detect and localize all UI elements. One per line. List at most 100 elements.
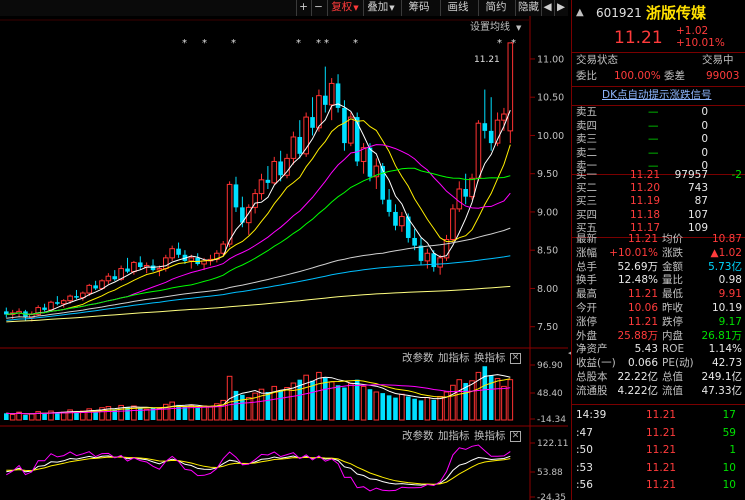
nav-right-icon[interactable]: ▶ — [554, 0, 567, 16]
ma-line-5 — [6, 103, 511, 315]
stat-value: 47.33亿 — [701, 384, 742, 397]
stat-value: 11.21 — [627, 315, 658, 328]
candle-body-down — [412, 237, 417, 246]
stat-label: 最新 — [576, 233, 597, 245]
kdj-tick-label: -24.35 — [537, 493, 566, 500]
stat-value: 12.48% — [617, 274, 658, 287]
kdj-change-params-button[interactable]: 改参数 — [402, 429, 434, 443]
candle-body-down — [112, 276, 118, 280]
stat-value: 10.06 — [627, 302, 658, 314]
fuquan-menu[interactable]: 复权▼ — [327, 0, 362, 16]
candle-body-up — [226, 183, 233, 245]
candle-body-up — [316, 95, 322, 129]
bid-level-label: 买三 — [576, 195, 597, 208]
stat-value: 0.066 — [627, 357, 658, 370]
kline-chart[interactable]: 设置均线 ▼ 11.21 * * * * * * * * * 11.0010.5010.009.… — [0, 16, 569, 500]
vol-change-params-button[interactable]: 改参数 — [402, 351, 434, 365]
kdj-tick-label: 122.11 — [537, 439, 568, 449]
huaxian-button[interactable]: 画线 — [440, 0, 475, 16]
volume-bar-down — [265, 392, 271, 420]
candle-body-down — [482, 123, 488, 131]
volume-bar-down — [4, 413, 9, 420]
stat-value: 42.73 — [711, 357, 742, 370]
bid-row: 买二 11.20 743 — [572, 182, 745, 196]
stat-row: 总股本 22.22亿 总值 249.1亿 — [572, 371, 745, 385]
tick-row: :50 11.21 1 — [572, 444, 745, 458]
volume-bar-up — [494, 378, 501, 421]
stat-row: 涨停 11.21 跌停 9.17 — [572, 316, 745, 330]
stat-label: 昨收 — [662, 302, 683, 314]
candle-body-down — [233, 184, 239, 208]
nav-up-icon[interactable]: ▲ — [576, 2, 584, 24]
chart-area[interactable]: 设置均线 ▼ 11.21 * * * * * * * * * 11.00 10.50 10.00 9.… — [0, 16, 569, 500]
nav-left-icon[interactable]: ◀ — [541, 0, 553, 16]
candle-body-down — [265, 179, 271, 183]
volume-bar-up — [169, 401, 175, 421]
high-label: 11.21 — [474, 55, 500, 65]
stat-value: 11.21 — [627, 233, 658, 245]
stock-name: 浙版传媒 — [646, 4, 707, 22]
stat-value: 9.17 — [718, 315, 742, 328]
signal-link[interactable]: DK点自动提示涨跌信号 — [602, 89, 711, 103]
stat-row: 最高 11.21 最低 9.91 — [572, 288, 745, 302]
diejia-menu[interactable]: 叠加▼ — [363, 0, 398, 16]
price-tick-label: 9.50 — [537, 169, 558, 180]
volume-bar-up — [9, 413, 16, 421]
stat-row: 流通股 4.222亿 流值 47.33亿 — [572, 385, 745, 399]
volume-bar-up — [258, 388, 265, 421]
candle-body-down — [323, 95, 328, 105]
stat-value: 11.21 — [627, 288, 658, 301]
weibi-value: 100.00% — [614, 70, 661, 82]
price-tick-label: 9.00 — [537, 207, 558, 218]
chouma-button[interactable]: 筹码 — [401, 0, 436, 16]
bid-price: 11.20 — [630, 182, 661, 195]
ma-setting-button[interactable]: 设置均线 — [470, 20, 510, 33]
stat-value: 10.19 — [711, 302, 742, 314]
jianji-button[interactable]: 简约 — [478, 0, 513, 16]
bid-volume: 107 — [687, 208, 708, 221]
candle-body-up — [48, 301, 54, 311]
ask-volume: 0 — [701, 146, 708, 159]
kdj-add-indicator-button[interactable]: 加指标 — [438, 429, 470, 443]
price-tick-label: 8.00 — [537, 284, 558, 295]
chevron-down-icon: ▼ — [389, 4, 395, 12]
yincang-button[interactable]: 隐藏 — [515, 0, 541, 16]
stat-row: 外盘 25.88万 内盘 26.81万 — [572, 330, 745, 344]
tick-volume: 10 — [722, 479, 736, 491]
volume-bar-up — [284, 387, 290, 421]
candle-body-up — [163, 257, 169, 270]
volume-bar-up — [373, 391, 380, 421]
volume-bar-up — [399, 393, 405, 421]
candle-body-up — [156, 268, 163, 271]
state-value: 交易中 — [702, 54, 734, 66]
volume-bar-up — [156, 408, 163, 421]
candle-body-up — [424, 252, 431, 262]
volume-bar-down — [380, 393, 386, 420]
stat-value: 22.22亿 — [617, 371, 658, 383]
tick-row: :56 11.21 10 — [572, 479, 745, 493]
kdj-switch-indicator-button[interactable]: 换指标 — [474, 429, 506, 443]
close-icon[interactable]: ✕ — [510, 431, 521, 442]
candle-body-down — [418, 245, 424, 261]
volume-bar-down — [335, 385, 341, 420]
ma-line-10 — [6, 118, 511, 315]
vol-add-indicator-button[interactable]: 加指标 — [438, 351, 470, 365]
candle-body-up — [86, 284, 93, 294]
stat-value: 4.222亿 — [617, 384, 658, 397]
close-icon[interactable]: ✕ — [510, 353, 521, 364]
stat-row: 总手 52.69万 金额 5.73亿 — [572, 261, 745, 275]
ask-price: — — [648, 106, 659, 118]
vol-switch-indicator-button[interactable]: 换指标 — [474, 351, 506, 365]
candle-body-up — [450, 208, 456, 240]
tick-volume: 10 — [722, 461, 736, 474]
candle-body-up — [328, 82, 335, 106]
zoom-out-button[interactable]: − — [311, 0, 325, 16]
zoom-in-button[interactable]: + — [296, 0, 310, 16]
candle-body-down — [463, 189, 468, 197]
stat-label: 均价 — [662, 233, 683, 245]
candle-body-down — [354, 117, 360, 162]
weibi-label: 委比 — [576, 70, 597, 82]
candle-body-down — [176, 248, 181, 255]
volume-bar-down — [240, 394, 245, 420]
volume-bar-down — [42, 413, 47, 420]
